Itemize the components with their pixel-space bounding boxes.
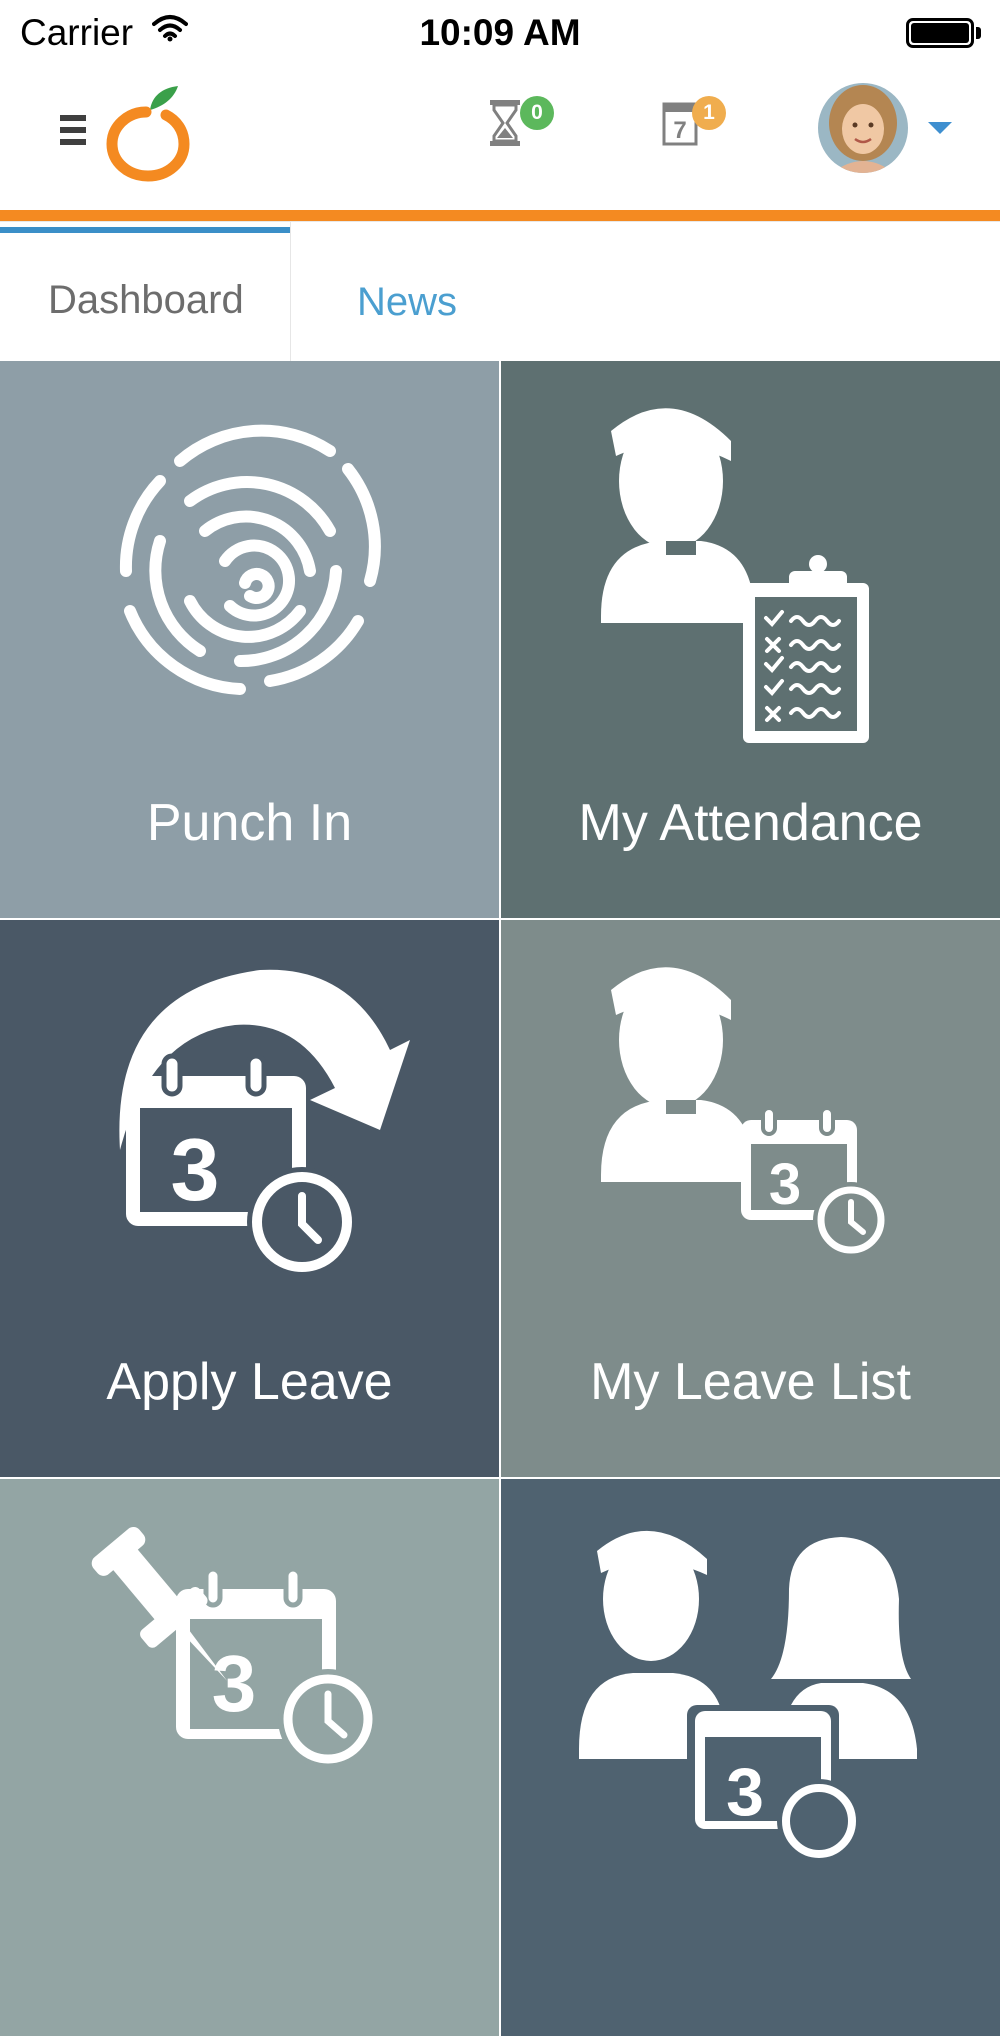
tile-pinned-calendar[interactable]: 3 bbox=[0, 1479, 499, 2036]
tile-punch-in-label: Punch In bbox=[146, 794, 353, 852]
tile-apply-leave[interactable]: 3 Apply Leave bbox=[0, 920, 499, 1477]
pending-leaves-badge: 1 bbox=[692, 96, 726, 130]
chevron-down-icon[interactable] bbox=[928, 122, 952, 134]
tile-my-attendance-label: My Attendance bbox=[578, 794, 923, 852]
battery-icon bbox=[906, 18, 974, 48]
header-accent-bar bbox=[0, 210, 1000, 221]
svg-text:3: 3 bbox=[212, 1639, 257, 1728]
avatar[interactable] bbox=[818, 83, 908, 173]
pending-timesheets-button[interactable]: 0 bbox=[488, 96, 558, 156]
tab-bar: Dashboard News bbox=[0, 221, 1000, 362]
app-header: 0 7 1 bbox=[0, 68, 1000, 210]
tile-my-leave-list[interactable]: 3 My Leave List bbox=[501, 920, 1000, 1477]
pending-leaves-button[interactable]: 7 1 bbox=[662, 96, 732, 156]
active-tab-indicator bbox=[0, 227, 290, 233]
pending-timesheets-badge: 0 bbox=[520, 96, 554, 130]
tab-dashboard[interactable]: Dashboard bbox=[0, 222, 291, 362]
battery-tip bbox=[976, 27, 981, 39]
clock: 10:09 AM bbox=[419, 12, 581, 53]
dashboard-tiles: Punch In My Attendance 3 Apply Leave 3 M… bbox=[0, 361, 1000, 2036]
status-bar: Carrier 10:09 AM bbox=[0, 0, 1000, 68]
tile-apply-leave-label: Apply Leave bbox=[106, 1353, 393, 1411]
svg-text:3: 3 bbox=[171, 1120, 220, 1219]
tile-team-leave[interactable]: 3 bbox=[501, 1479, 1000, 2036]
svg-text:7: 7 bbox=[673, 117, 686, 144]
svg-text:3: 3 bbox=[769, 1152, 801, 1217]
tile-my-attendance[interactable]: My Attendance bbox=[501, 361, 1000, 918]
hourglass-icon bbox=[488, 98, 522, 153]
svg-text:3: 3 bbox=[726, 1754, 764, 1830]
tile-my-leave-list-label: My Leave List bbox=[590, 1353, 911, 1411]
tile-punch-in[interactable]: Punch In bbox=[0, 361, 499, 918]
orange-logo-icon[interactable] bbox=[106, 82, 192, 187]
tab-news-label: News bbox=[357, 280, 458, 324]
tab-dashboard-label: Dashboard bbox=[48, 278, 244, 322]
hamburger-icon[interactable] bbox=[60, 115, 88, 151]
tab-news[interactable]: News bbox=[291, 222, 551, 362]
